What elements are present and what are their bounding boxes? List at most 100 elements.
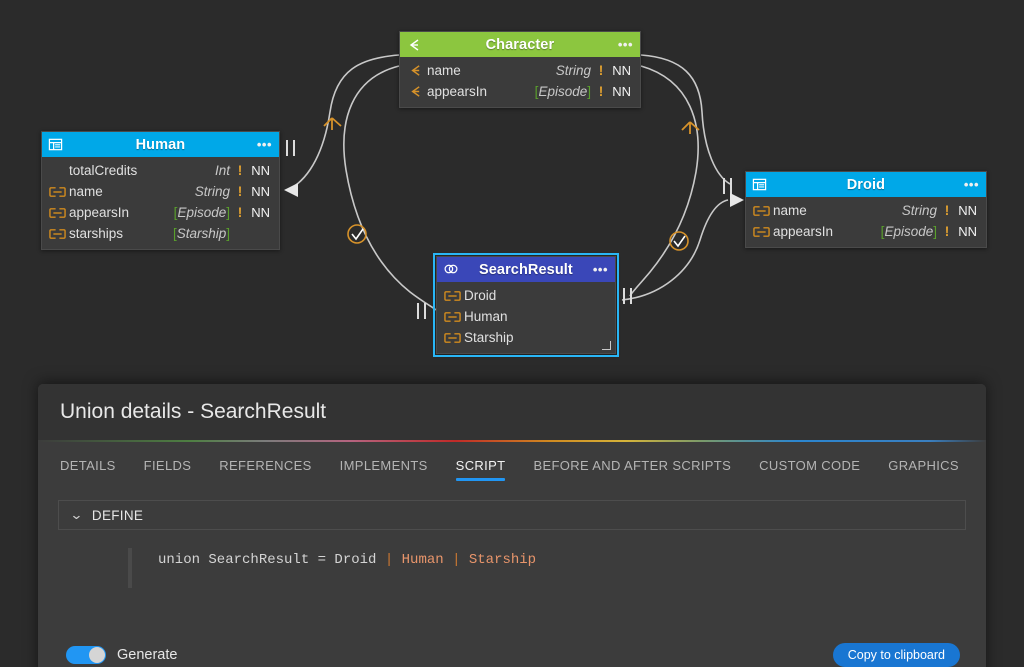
field-row[interactable]: Human (437, 306, 615, 327)
field-row[interactable]: starships [Starship] (42, 223, 279, 244)
page-title: Union details - SearchResult (60, 400, 326, 424)
entity-menu-button[interactable]: ••• (257, 142, 272, 148)
field-name: Human (462, 309, 606, 324)
entity-menu-button[interactable]: ••• (593, 267, 608, 273)
generate-toggle[interactable]: Generate (66, 646, 177, 664)
code-token-pipe: | (385, 552, 393, 568)
field-type: [Episode] (535, 84, 597, 99)
entity-title: Droid (768, 177, 964, 193)
field-name: name (771, 203, 902, 218)
link-icon (49, 207, 67, 219)
field-nn: NN (951, 224, 977, 239)
resize-handle-icon[interactable] (602, 341, 611, 350)
chevron-down-icon[interactable]: ⌄ (70, 507, 84, 523)
link-icon (444, 332, 462, 344)
editor-gutter (128, 548, 132, 588)
field-type: String (902, 203, 943, 218)
code-token-type-human: Human (393, 552, 452, 568)
field-required: ! (943, 203, 951, 218)
tab-details[interactable]: DETAILS (60, 458, 130, 484)
field-row[interactable]: Droid (437, 285, 615, 306)
field-name: Starship (462, 330, 606, 345)
code-token-declaration: union SearchResult = Droid (158, 552, 385, 568)
toggle-switch-icon[interactable] (66, 646, 106, 664)
generate-toggle-label: Generate (117, 647, 177, 663)
link-icon (753, 205, 771, 217)
tab-graphics[interactable]: GRAPHICS (874, 458, 973, 484)
tab-references[interactable]: REFERENCES (205, 458, 325, 484)
tab-before-and-after-scripts[interactable]: BEFORE AND AFTER SCRIPTS (519, 458, 745, 484)
field-nn: NN (605, 63, 631, 78)
field-name: appearsIn (771, 224, 881, 239)
field-required: ! (597, 84, 605, 99)
link-icon (444, 311, 462, 323)
tab-implements[interactable]: IMPLEMENTS (326, 458, 442, 484)
field-type: [Episode] (881, 224, 943, 239)
table-icon (48, 137, 64, 153)
field-nn: NN (244, 184, 270, 199)
field-row[interactable]: name String ! NN (42, 181, 279, 202)
field-name: Droid (462, 288, 606, 303)
details-panel-header: Union details - SearchResult (38, 384, 986, 440)
field-row[interactable]: appearsIn [Episode] ! NN (746, 221, 986, 242)
field-name: appearsIn (425, 84, 535, 99)
entity-droid[interactable]: Droid ••• name String ! NN (745, 171, 987, 248)
field-row[interactable]: totalCredits Int ! NN (42, 160, 279, 181)
field-nn: NN (244, 205, 270, 220)
entity-header-searchresult[interactable]: SearchResult ••• (437, 257, 615, 282)
entity-menu-button[interactable]: ••• (964, 182, 979, 188)
entity-character[interactable]: Character ••• name String ! NN (399, 31, 641, 108)
details-panel: Union details - SearchResult DETAILS FIE… (38, 384, 986, 667)
field-row[interactable]: Starship (437, 327, 615, 348)
crowsfoot-icon (406, 37, 422, 53)
field-type: String (556, 63, 597, 78)
application-window: .wire { fill:none; stroke:#c9c9c9; strok… (0, 0, 1024, 667)
field-type: String (195, 184, 236, 199)
union-icon (443, 262, 459, 278)
entity-title: Human (64, 137, 257, 153)
entity-title: SearchResult (459, 262, 593, 278)
field-name: totalCredits (67, 163, 215, 178)
field-name: appearsIn (67, 205, 174, 220)
entity-searchresult[interactable]: SearchResult ••• Droid (436, 256, 616, 354)
entity-fields-human: totalCredits Int ! NN name String ! (42, 157, 279, 249)
field-required: ! (236, 163, 244, 178)
field-type: Int (215, 163, 236, 178)
tab-custom-code[interactable]: CUSTOM CODE (745, 458, 874, 484)
entity-fields-searchresult: Droid Human (437, 282, 615, 353)
field-row[interactable]: appearsIn [Episode] ! NN (400, 81, 640, 102)
tab-fields[interactable]: FIELDS (130, 458, 206, 484)
field-nn: NN (605, 84, 631, 99)
define-section-header[interactable]: ⌄ DEFINE (58, 500, 966, 530)
link-icon (753, 226, 771, 238)
field-row[interactable]: name String ! NN (746, 200, 986, 221)
copy-to-clipboard-button[interactable]: Copy to clipboard (833, 643, 960, 667)
entity-fields-character: name String ! NN appearsIn [Episode] ! N… (400, 57, 640, 107)
tab-bar: DETAILS FIELDS REFERENCES IMPLEMENTS SCR… (38, 442, 986, 484)
field-name: starships (67, 226, 173, 241)
field-row[interactable]: appearsIn [Episode] ! NN (42, 202, 279, 223)
link-icon (444, 290, 462, 302)
tab-script[interactable]: SCRIPT (442, 458, 520, 484)
code-token-type-starship: Starship (460, 552, 536, 568)
entity-header-droid[interactable]: Droid ••• (746, 172, 986, 197)
crowsfoot-icon (407, 84, 425, 99)
entity-menu-button[interactable]: ••• (618, 42, 633, 48)
entity-header-character[interactable]: Character ••• (400, 32, 640, 57)
field-required: ! (597, 63, 605, 78)
code-line[interactable]: union SearchResult = Droid | Human | Sta… (66, 548, 966, 572)
link-icon (49, 186, 67, 198)
field-type: [Starship] (173, 226, 236, 241)
entity-fields-droid: name String ! NN appearsIn [Episode] ! (746, 197, 986, 247)
field-row[interactable]: name String ! NN (400, 60, 640, 81)
entity-header-human[interactable]: Human ••• (42, 132, 279, 157)
crowsfoot-icon (407, 63, 425, 78)
field-required: ! (236, 184, 244, 199)
field-nn: NN (951, 203, 977, 218)
link-icon (49, 228, 67, 240)
define-section-label: DEFINE (92, 508, 143, 523)
script-editor[interactable]: union SearchResult = Droid | Human | Sta… (66, 548, 966, 592)
entity-human[interactable]: Human ••• totalCredits Int ! NN (41, 131, 280, 250)
field-type: [Episode] (174, 205, 236, 220)
field-name: name (67, 184, 195, 199)
